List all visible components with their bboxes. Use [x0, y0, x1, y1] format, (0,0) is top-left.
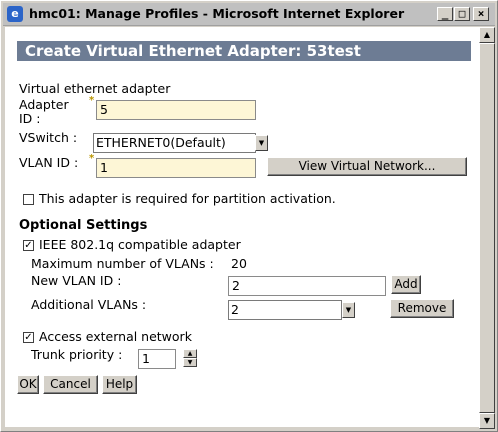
remove-button[interactable]: Remove — [390, 299, 454, 318]
maximize-button[interactable]: □ — [454, 7, 470, 21]
help-button[interactable]: Help — [102, 375, 137, 394]
ieee-checkbox[interactable]: ✓ — [23, 240, 34, 251]
ie-icon: e — [7, 6, 23, 22]
required-marker: * — [89, 95, 95, 106]
title-bar[interactable]: e hmc01: Manage Profiles - Microsoft Int… — [3, 3, 495, 26]
spin-up-icon[interactable]: ▲ — [183, 349, 197, 358]
required-checkbox[interactable] — [23, 194, 34, 205]
ok-button[interactable]: OK — [17, 375, 39, 394]
window-title: hmc01: Manage Profiles - Microsoft Inter… — [29, 6, 405, 21]
browser-window: e hmc01: Manage Profiles - Microsoft Int… — [0, 0, 498, 432]
max-vlans-label: Maximum number of VLANs : — [31, 256, 214, 271]
access-external-label: Access external network — [39, 329, 192, 344]
close-button[interactable]: × — [473, 7, 489, 21]
optional-settings-heading: Optional Settings — [19, 218, 148, 233]
scroll-up-icon[interactable]: ▲ — [479, 27, 495, 43]
spin-down-icon[interactable]: ▼ — [183, 358, 197, 367]
adapter-id-label: Adapter ID : — [19, 97, 69, 126]
cancel-button[interactable]: Cancel — [43, 375, 98, 394]
additional-vlans-list[interactable]: 2 — [228, 300, 342, 320]
add-button[interactable]: Add — [391, 275, 421, 294]
new-vlan-field[interactable]: 2 — [228, 276, 386, 296]
chevron-down-icon[interactable]: ▼ — [342, 302, 355, 318]
adapter-id-field[interactable]: 5 — [96, 100, 256, 120]
scroll-down-icon[interactable]: ▼ — [479, 413, 495, 429]
access-external-checkbox[interactable]: ✓ — [23, 332, 34, 343]
page-content: Create Virtual Ethernet Adapter: 53test … — [5, 27, 479, 427]
required-checkbox-label: This adapter is required for partition a… — [39, 191, 336, 206]
scroll-thumb[interactable] — [479, 43, 495, 413]
vswitch-label: VSwitch : — [19, 130, 78, 145]
vlan-id-field[interactable]: 1 — [96, 158, 256, 178]
adapter-section-label: Virtual ethernet adapter — [19, 81, 171, 96]
ieee-label: IEEE 802.1q compatible adapter — [39, 237, 241, 252]
additional-vlans-label: Additional VLANs : — [31, 297, 147, 312]
vertical-scrollbar[interactable]: ▲ ▼ — [479, 27, 495, 429]
chevron-down-icon[interactable]: ▼ — [255, 135, 268, 151]
max-vlans-value: 20 — [231, 256, 247, 271]
required-marker: * — [89, 153, 95, 164]
page-title: Create Virtual Ethernet Adapter: 53test — [17, 41, 471, 61]
trunk-priority-label: Trunk priority : — [31, 347, 123, 362]
vswitch-select[interactable]: ETHERNET0(Default) — [93, 133, 256, 153]
minimize-button[interactable]: _ — [437, 7, 453, 21]
trunk-priority-field[interactable]: 1 — [138, 349, 176, 369]
view-virtual-network-button[interactable]: View Virtual Network... — [267, 157, 467, 176]
new-vlan-label: New VLAN ID : — [31, 273, 122, 288]
vlan-id-label: VLAN ID : — [19, 155, 79, 170]
